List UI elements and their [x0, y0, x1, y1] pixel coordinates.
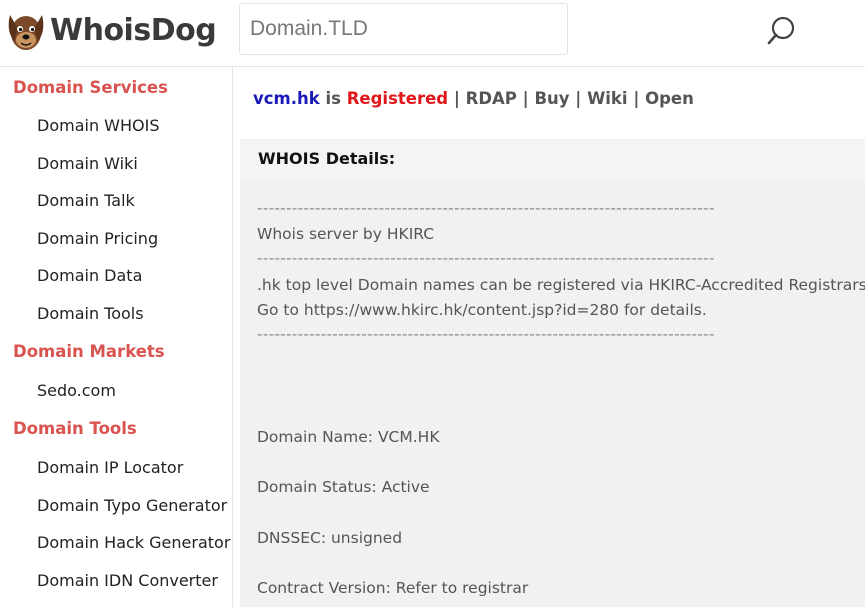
- domain-status-line: vcm.hk is Registered | RDAP | Buy | Wiki…: [253, 89, 694, 108]
- open-link[interactable]: Open: [645, 89, 694, 108]
- section-title-domain-markets: Domain Markets: [13, 342, 165, 361]
- whois-field: Domain Name: VCM.HK: [257, 428, 440, 446]
- whois-field: Domain Status: Active: [257, 478, 430, 496]
- domain-link[interactable]: vcm.hk: [253, 89, 320, 108]
- whois-details-panel: WHOIS Details: -------------------------…: [240, 139, 865, 607]
- status-is-text: is: [325, 89, 341, 108]
- whois-text-area: ----------------------------------------…: [240, 179, 865, 607]
- sidebar-item-domain-data[interactable]: Domain Data: [37, 266, 142, 285]
- dash-separator: ----------------------------------------…: [257, 325, 715, 343]
- logo-text: WhoisDog: [50, 12, 217, 48]
- sidebar-item-hack-generator[interactable]: Domain Hack Generator: [37, 533, 230, 552]
- sidebar-item-domain-whois[interactable]: Domain WHOIS: [37, 116, 160, 135]
- dog-logo-icon: [8, 15, 44, 50]
- sidebar-item-domain-tools[interactable]: Domain Tools: [37, 304, 144, 323]
- sidebar-item-idn-converter[interactable]: Domain IDN Converter: [37, 571, 218, 590]
- search-box: [239, 3, 795, 55]
- site-logo[interactable]: WhoisDog: [4, 6, 217, 54]
- whois-notice-line: .hk top level Domain names can be regist…: [257, 276, 865, 294]
- sidebar-item-domain-talk[interactable]: Domain Talk: [37, 191, 135, 210]
- registered-status: Registered: [346, 89, 449, 108]
- whois-field: DNSSEC: unsigned: [257, 529, 403, 547]
- separator: |: [633, 89, 640, 108]
- section-title-domain-services: Domain Services: [13, 78, 168, 97]
- sidebar-item-typo-generator[interactable]: Domain Typo Generator: [37, 496, 227, 515]
- section-title-domain-tools: Domain Tools: [13, 419, 137, 438]
- main-content: vcm.hk is Registered | RDAP | Buy | Wiki…: [234, 67, 865, 607]
- separator: |: [522, 89, 529, 108]
- buy-link[interactable]: Buy: [534, 89, 569, 108]
- dash-separator: ----------------------------------------…: [257, 199, 715, 217]
- whois-details-title: WHOIS Details:: [258, 149, 396, 168]
- search-icon[interactable]: [764, 14, 798, 48]
- rdap-link[interactable]: RDAP: [466, 89, 517, 108]
- separator: |: [453, 89, 460, 108]
- sidebar-item-domain-pricing[interactable]: Domain Pricing: [37, 229, 158, 248]
- domain-search-input[interactable]: [250, 12, 520, 46]
- separator: |: [575, 89, 582, 108]
- top-header: WhoisDog: [0, 0, 865, 67]
- sidebar-item-sedo[interactable]: Sedo.com: [37, 381, 116, 400]
- whois-notice-line: Go to https://www.hkirc.hk/content.jsp?i…: [257, 301, 707, 319]
- whois-field: Contract Version: Refer to registrar: [257, 579, 529, 597]
- whois-server-line: Whois server by HKIRC: [257, 225, 435, 243]
- sidebar-item-domain-wiki[interactable]: Domain Wiki: [37, 154, 138, 173]
- sidebar: Domain Services Domain WHOIS Domain Wiki…: [0, 67, 233, 607]
- sidebar-item-ip-locator[interactable]: Domain IP Locator: [37, 458, 183, 477]
- wiki-link[interactable]: Wiki: [587, 89, 628, 108]
- dash-separator: ----------------------------------------…: [257, 249, 715, 267]
